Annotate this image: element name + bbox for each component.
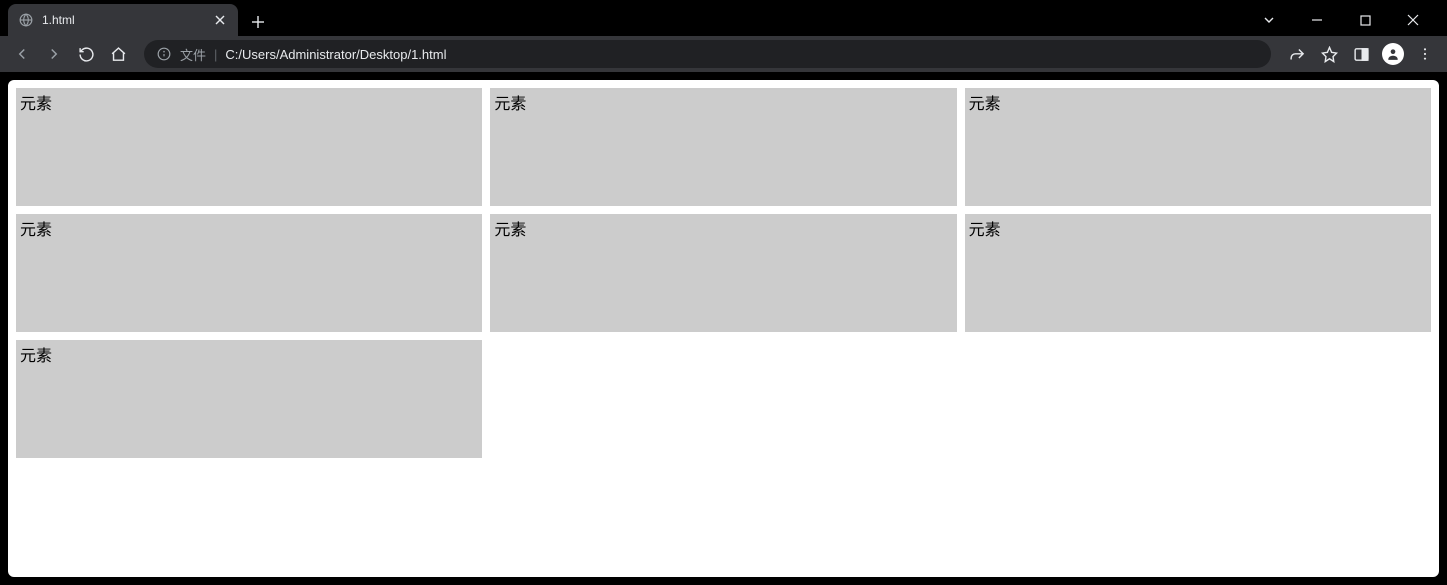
grid-item: 元素 [965,88,1431,206]
profile-avatar[interactable] [1379,40,1407,68]
info-icon [156,46,172,62]
avatar-icon [1382,43,1404,65]
close-window-button[interactable] [1399,10,1427,30]
grid-item-label: 元素 [20,222,52,239]
grid-item-label: 元素 [494,222,526,239]
minimize-button[interactable] [1303,10,1331,30]
menu-button[interactable] [1411,40,1439,68]
grid-item: 元素 [16,88,482,206]
side-panel-icon[interactable] [1347,40,1375,68]
grid-item-label: 元素 [494,96,526,113]
grid-item: 元素 [490,88,956,206]
grid-item: 元素 [965,214,1431,332]
grid-item: 元素 [490,214,956,332]
address-bar[interactable]: 文件 | C:/Users/Administrator/Desktop/1.ht… [144,40,1271,68]
back-button[interactable] [8,40,36,68]
page-content: 元素 元素 元素 元素 元素 元素 元素 [8,80,1439,577]
grid-item: 元素 [16,340,482,458]
maximize-button[interactable] [1351,10,1379,30]
globe-icon [18,12,34,28]
url-divider: | [214,47,217,62]
url-text: C:/Users/Administrator/Desktop/1.html [225,47,446,62]
reload-button[interactable] [72,40,100,68]
browser-window: 1.html [0,0,1447,585]
window-controls [1255,10,1439,36]
home-button[interactable] [104,40,132,68]
share-icon[interactable] [1283,40,1311,68]
grid-item-label: 元素 [969,222,1001,239]
grid-item-label: 元素 [969,96,1001,113]
grid-container: 元素 元素 元素 元素 元素 元素 元素 [16,88,1431,458]
titlebar: 1.html [0,0,1447,36]
chevron-down-icon[interactable] [1255,10,1283,30]
grid-item-label: 元素 [20,348,52,365]
url-scheme-label: 文件 [180,45,206,64]
close-tab-button[interactable] [212,12,228,28]
tab-title: 1.html [42,13,212,27]
grid-item: 元素 [16,214,482,332]
bookmark-star-icon[interactable] [1315,40,1343,68]
new-tab-button[interactable] [244,8,272,36]
forward-button[interactable] [40,40,68,68]
browser-tab[interactable]: 1.html [8,4,238,36]
grid-item-label: 元素 [20,96,52,113]
toolbar: 文件 | C:/Users/Administrator/Desktop/1.ht… [0,36,1447,72]
